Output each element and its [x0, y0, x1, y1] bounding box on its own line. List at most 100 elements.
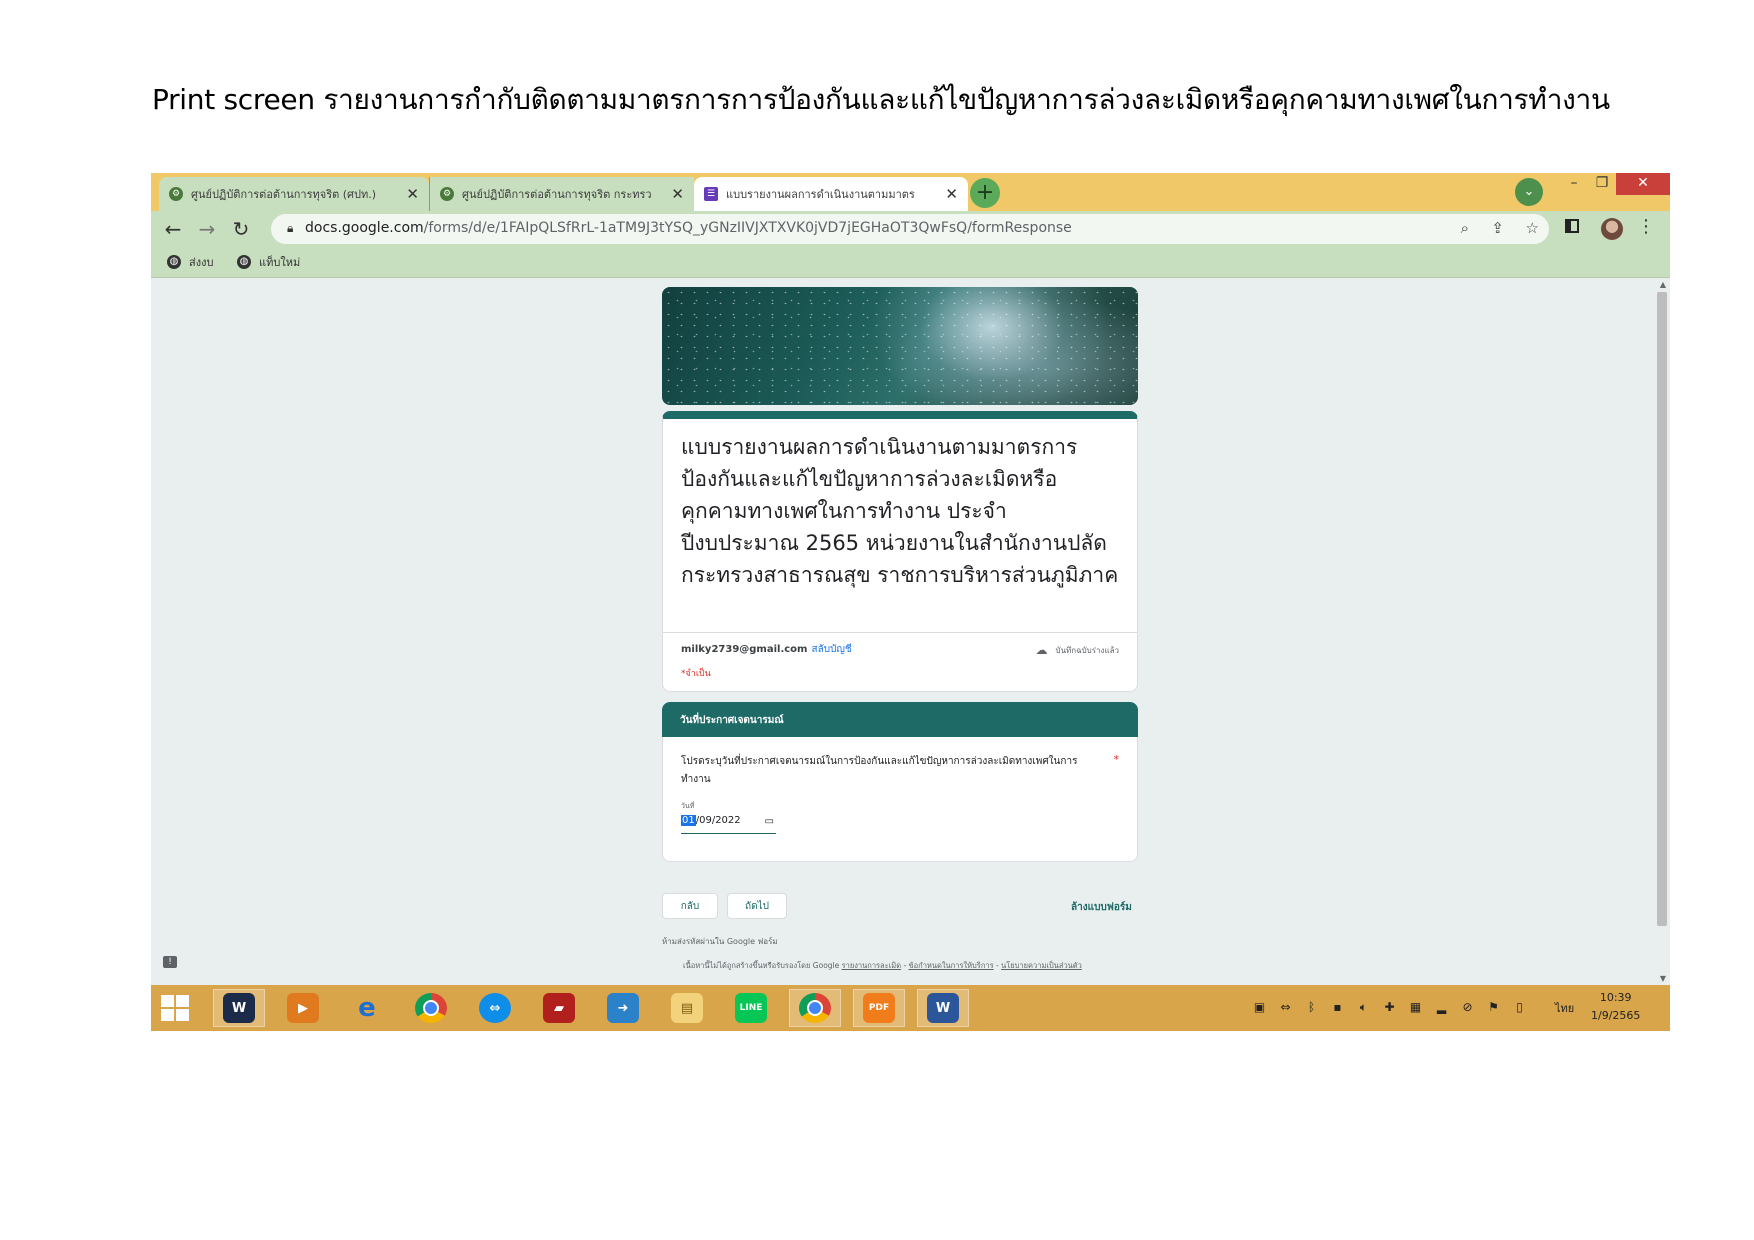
minimize-button[interactable]: – [1561, 173, 1587, 195]
date-day[interactable]: 01 [681, 815, 696, 826]
tab-1[interactable]: ⚙ ศูนย์ปฏิบัติการต่อต้านการทุจริต (ศปท.)… [159, 177, 429, 211]
taskbar-line[interactable]: LINE [725, 989, 777, 1027]
bookmark-item[interactable]: ◍ ส่งงบ [167, 253, 213, 271]
form-header-image [662, 287, 1138, 405]
taskbar-chrome[interactable] [405, 989, 457, 1027]
close-tab-icon[interactable]: ✕ [406, 185, 419, 203]
profile-avatar[interactable] [1601, 218, 1623, 240]
new-tab-button[interactable]: + [970, 178, 1000, 208]
webex-tray-icon[interactable]: ▣ [1251, 999, 1268, 1016]
date-label: วันที่ [681, 802, 695, 810]
scrollbar[interactable]: ▲ ▼ [1654, 278, 1670, 985]
date-input[interactable]: 01/09/2022 ▭ [681, 815, 776, 834]
share-icon[interactable]: ⇪ [1491, 219, 1504, 237]
tab-title: แบบรายงานผลการดำเนินงานตามมาตร [726, 188, 915, 201]
more-menu-icon[interactable]: ⋮ [1637, 216, 1655, 237]
taskbar-explorer[interactable]: ▤ [661, 989, 713, 1027]
taskbar-teamviewer[interactable]: ⇔ [469, 989, 521, 1027]
tab-title: ศูนย์ปฏิบัติการต่อต้านการทุจริต กระทรว [462, 188, 652, 201]
form-footer: เนื้อหานี้ไม่ได้ถูกสร้างขึ้นหรือรับรองโด… [683, 961, 1082, 970]
taskbar-media[interactable]: ▶ [277, 989, 329, 1027]
terms-link[interactable]: ข้อกำหนดในการให้บริการ [909, 961, 994, 970]
form-title-card: แบบรายงานผลการดำเนินงานตามมาตรการป้องกัน… [662, 411, 1138, 692]
webex-icon: W [223, 993, 255, 1023]
windows-taskbar: W ▶ e ⇔ ▰ ➜ ▤ LINE PDF W ▣ ⇔ ᛒ ▪ 🔈︎ ✚ ▦ … [151, 985, 1670, 1031]
input-language[interactable]: ไทย [1555, 999, 1574, 1017]
volume-icon[interactable]: 🔈︎ [1355, 999, 1372, 1016]
speaker-muted-icon[interactable]: ⊘ [1459, 999, 1476, 1016]
taskbar-webex[interactable]: W [213, 989, 265, 1027]
calendar-icon[interactable]: ▭ [765, 816, 774, 827]
taskbar-chrome-active[interactable] [789, 989, 841, 1027]
report-abuse-link[interactable]: รายงานการละเมิด [842, 961, 901, 970]
tab-search-button[interactable]: ⌄ [1515, 178, 1543, 206]
word-icon: W [927, 993, 959, 1023]
close-tab-icon[interactable]: ✕ [945, 185, 958, 203]
bluetooth-icon[interactable]: ᛒ [1303, 999, 1320, 1016]
reload-icon[interactable]: ↻ [229, 217, 253, 241]
bookmark-star-icon[interactable]: ☆ [1526, 219, 1539, 237]
line-tray-icon[interactable]: ▪ [1329, 999, 1346, 1016]
back-button[interactable]: กลับ [662, 893, 718, 919]
taskbar-ie[interactable]: e [341, 989, 393, 1027]
clock-date: 1/9/2565 [1591, 1009, 1641, 1022]
browser-screenshot: ⚙ ศูนย์ปฏิบัติการต่อต้านการทุจริต (ศปท.)… [151, 173, 1670, 1031]
system-tray: ▣ ⇔ ᛒ ▪ 🔈︎ ✚ ▦ ▂ ⊘ ⚑ ▯ [1251, 999, 1528, 1016]
close-window-button[interactable]: ✕ [1616, 173, 1670, 195]
scroll-up-arrow-icon[interactable]: ▲ [1660, 280, 1666, 289]
tab-title: ศูนย์ปฏิบัติการต่อต้านการทุจริต (ศปท.) [191, 188, 377, 201]
report-feedback-icon[interactable]: ! [163, 956, 177, 968]
privacy-link[interactable]: นโยบายความเป็นส่วนตัว [1001, 961, 1082, 970]
restore-button[interactable]: ❐ [1589, 173, 1615, 195]
bookmark-item[interactable]: ◍ แท็บใหม่ [237, 253, 300, 271]
chrome-icon [799, 993, 831, 1023]
globe-icon: ◍ [167, 255, 181, 269]
bookmarks-bar: ◍ ส่งงบ ◍ แท็บใหม่ [151, 247, 1670, 278]
next-button[interactable]: ถัดไป [727, 893, 787, 919]
url-text[interactable]: docs.google.com/forms/d/e/1FAIpQLSfRrL-1… [305, 220, 1072, 236]
pdf-icon: PDF [863, 993, 895, 1023]
scrollbar-thumb[interactable] [1657, 292, 1667, 926]
cloud-saved-icon: ☁ [1035, 643, 1048, 657]
switch-account-link[interactable]: สลับบัญชี [811, 644, 851, 655]
forward-arrow-icon[interactable]: → [195, 217, 219, 241]
tab-2[interactable]: ⚙ ศูนย์ปฏิบัติการต่อต้านการทุจริต กระทรว… [429, 177, 694, 211]
address-bar[interactable]: 🔒︎ docs.google.com/forms/d/e/1FAIpQLSfRr… [271, 214, 1549, 244]
url-host: docs.google.com [305, 220, 424, 236]
browser-toolbar: ← → ↻ 🔒︎ docs.google.com/forms/d/e/1FAIp… [151, 211, 1670, 247]
tab-3-active[interactable]: ☰ แบบรายงานผลการดำเนินงานตามมาตร ✕ [694, 177, 968, 211]
section-header: วันที่ประกาศเจตนารมณ์ [662, 702, 1138, 738]
save-status: ☁ บันทึกฉบับร่างแล้ว [1035, 643, 1119, 657]
side-panel-icon[interactable] [1565, 219, 1579, 233]
saved-text: บันทึกฉบับร่างแล้ว [1055, 645, 1119, 655]
back-arrow-icon[interactable]: ← [161, 217, 185, 241]
form-title: แบบรายงานผลการดำเนินงานตามมาตรการป้องกัน… [681, 435, 1119, 587]
start-button[interactable] [161, 995, 191, 1021]
account-email: milky2739@gmail.com สลับบัญชี [681, 642, 852, 657]
globe-icon: ◍ [237, 255, 251, 269]
close-tab-icon[interactable]: ✕ [671, 185, 684, 203]
clock[interactable]: 10:39 1/9/2565 [1591, 989, 1640, 1025]
book-icon: ▰ [543, 993, 575, 1023]
scroll-down-arrow-icon[interactable]: ▼ [1660, 974, 1666, 983]
taskbar-pdf[interactable]: PDF [853, 989, 905, 1027]
taskbar-word[interactable]: W [917, 989, 969, 1027]
footer-prefix: เนื้อหานี้ไม่ได้ถูกสร้างขึ้นหรือรับรองโด… [683, 961, 840, 970]
lock-icon[interactable]: 🔒︎ [287, 221, 293, 236]
security-shield-icon[interactable]: ✚ [1381, 999, 1398, 1016]
taskbar-send[interactable]: ➜ [597, 989, 649, 1027]
teamviewer-tray-icon[interactable]: ⇔ [1277, 999, 1294, 1016]
starfield [662, 287, 1138, 405]
required-note: *จำเป็น [681, 669, 711, 679]
network-share-icon[interactable]: ▦ [1407, 999, 1424, 1016]
battery-icon[interactable]: ▯ [1511, 999, 1528, 1016]
bookmark-label: ส่งงบ [189, 256, 214, 269]
media-player-icon: ▶ [287, 993, 319, 1023]
clear-form-button[interactable]: ล้างแบบฟอร์ม [1071, 900, 1132, 915]
date-rest[interactable]: /09/2022 [696, 815, 741, 826]
internet-explorer-icon: e [358, 993, 376, 1023]
action-center-flag-icon[interactable]: ⚑ [1485, 999, 1502, 1016]
taskbar-book[interactable]: ▰ [533, 989, 585, 1027]
signal-icon[interactable]: ▂ [1433, 999, 1450, 1016]
zoom-icon[interactable]: ⌕ [1461, 219, 1469, 237]
